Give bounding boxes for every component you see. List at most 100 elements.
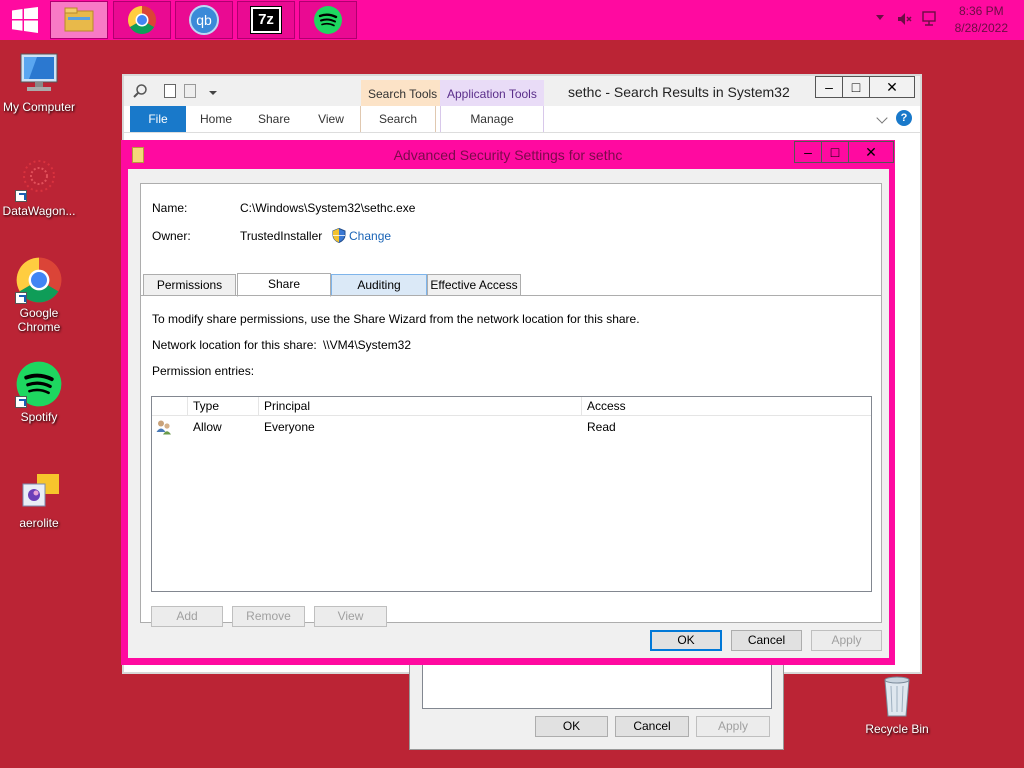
dialog-title: Advanced Security Settings for sethc	[393, 147, 623, 163]
computer-icon	[15, 50, 63, 98]
background-apply-button: Apply	[696, 716, 770, 737]
spotify-icon	[15, 360, 63, 408]
spotify-icon	[314, 6, 342, 34]
context-tab-application-tools[interactable]: Application Tools	[440, 80, 544, 106]
explorer-address-area	[124, 132, 920, 140]
taskbar-chrome[interactable]	[113, 1, 171, 39]
tray-overflow-chevron-icon[interactable]	[876, 15, 884, 20]
permission-entries-list[interactable]: Type Principal Access Allow Everyone Rea…	[151, 396, 872, 592]
background-dialog: OK Cancel Apply	[409, 664, 784, 750]
network-location-value: \\VM4\System32	[323, 338, 412, 352]
desktop-icon-label: aerolite	[19, 516, 59, 530]
windows-logo-icon	[12, 7, 38, 33]
qbittorrent-icon: qb	[189, 5, 219, 35]
name-label: Name:	[152, 201, 188, 215]
qat-new-folder-icon[interactable]	[184, 84, 196, 98]
volume-muted-icon[interactable]	[897, 11, 913, 27]
search-icon	[133, 84, 147, 98]
explorer-window-title: sethc - Search Results in System32	[568, 84, 790, 100]
desktop-icon-label: DataWagon...	[2, 204, 76, 218]
desktop-icon-google-chrome[interactable]: Google Chrome	[0, 256, 79, 334]
aerolite-icon	[15, 466, 63, 514]
desktop-icon-label: My Computer	[2, 100, 76, 114]
system-clock[interactable]: 8:36 PM 8/28/2022	[955, 3, 1008, 37]
tab-divider	[141, 295, 881, 296]
taskbar-spotify[interactable]	[299, 1, 357, 39]
cancel-button[interactable]: Cancel	[731, 630, 802, 651]
clock-date: 8/28/2022	[954, 21, 1008, 35]
clock-time: 8:36 PM	[958, 4, 1004, 18]
advanced-security-dialog: Advanced Security Settings for sethc – □…	[121, 140, 895, 665]
maximize-icon[interactable]: □	[842, 76, 870, 98]
ok-button[interactable]: OK	[650, 630, 722, 651]
context-tab-search-tools[interactable]: Search Tools	[361, 80, 445, 106]
share-info-text: To modify share permissions, use the Sha…	[152, 312, 640, 326]
dialog-body: Name: C:\Windows\System32\sethc.exe Owne…	[128, 169, 889, 658]
table-row[interactable]: Allow Everyone Read	[152, 397, 871, 437]
add-button: Add	[151, 606, 223, 627]
taskbar: qb 7z 8:36 PM 8/28/2022	[0, 0, 1024, 40]
desktop-icon-recycle-bin[interactable]: Recycle Bin	[857, 672, 937, 736]
name-value: C:\Windows\System32\sethc.exe	[240, 201, 416, 215]
taskbar-7zip[interactable]: 7z	[237, 1, 295, 39]
folder-icon	[64, 7, 94, 32]
start-button[interactable]	[0, 0, 50, 40]
shortcut-arrow-icon	[15, 396, 27, 408]
network-location-label: Network location for this share:	[152, 338, 317, 352]
tab-permissions[interactable]: Permissions	[143, 274, 236, 296]
ribbon-tab-home[interactable]: Home	[190, 106, 242, 132]
taskbar-file-explorer[interactable]	[50, 1, 108, 39]
desktop-icon-aerolite[interactable]: aerolite	[0, 466, 79, 530]
taskbar-qbittorrent[interactable]: qb	[175, 1, 233, 39]
tab-effective-access[interactable]: Effective Access	[427, 274, 521, 296]
ribbon-tab-file[interactable]: File	[130, 106, 186, 132]
explorer-window-controls: – □ ✕	[815, 76, 915, 98]
apply-button: Apply	[811, 630, 882, 651]
minimize-icon[interactable]: –	[815, 76, 843, 98]
background-dialog-list	[422, 665, 772, 709]
view-button: View	[314, 606, 387, 627]
minimize-icon[interactable]: –	[794, 141, 822, 163]
settings-panel: Name: C:\Windows\System32\sethc.exe Owne…	[140, 183, 882, 627]
owner-label: Owner:	[152, 229, 191, 243]
close-icon[interactable]: ✕	[869, 76, 915, 98]
qat-dropdown-icon[interactable]	[209, 91, 217, 95]
ribbon-tab-share[interactable]: Share	[248, 106, 300, 132]
chrome-icon	[15, 256, 63, 304]
change-owner-link[interactable]: Change	[349, 229, 391, 243]
desktop-icon-label: Recycle Bin	[865, 722, 929, 736]
recycle-bin-icon	[873, 672, 921, 720]
background-ok-button[interactable]: OK	[535, 716, 608, 737]
datawagon-icon	[15, 154, 63, 202]
shortcut-arrow-icon	[15, 292, 27, 304]
uac-shield-icon	[332, 228, 346, 243]
ribbon-tab-manage[interactable]: Manage	[440, 106, 544, 132]
help-icon[interactable]: ?	[896, 110, 912, 126]
dialog-title-bar: Advanced Security Settings for sethc – □…	[121, 140, 895, 168]
tab-auditing[interactable]: Auditing	[331, 274, 427, 296]
network-icon[interactable]	[921, 10, 939, 28]
ribbon-tabs: File Home Share View Search Manage ?	[130, 106, 912, 132]
ribbon-collapse-chevron-icon[interactable]	[876, 112, 888, 124]
desktop-icon-my-computer[interactable]: My Computer	[0, 50, 79, 114]
desktop-icon-datawagon[interactable]: DataWagon...	[0, 154, 79, 218]
row-access: Read	[587, 420, 616, 434]
ribbon-tab-view[interactable]: View	[306, 106, 356, 132]
background-cancel-button[interactable]: Cancel	[615, 716, 689, 737]
close-icon[interactable]: ✕	[848, 141, 894, 163]
7zip-icon: 7z	[250, 6, 282, 34]
qat-properties-icon[interactable]	[164, 84, 176, 98]
remove-button: Remove	[232, 606, 305, 627]
maximize-icon[interactable]: □	[821, 141, 849, 163]
desktop-icon-label: Spotify	[20, 410, 58, 424]
ribbon-tab-search[interactable]: Search	[360, 106, 436, 132]
permission-entries-label: Permission entries:	[152, 364, 255, 378]
users-group-icon	[156, 420, 171, 435]
tab-share[interactable]: Share	[237, 273, 331, 297]
owner-value: TrustedInstaller	[240, 229, 323, 243]
desktop-icon-spotify[interactable]: Spotify	[0, 360, 79, 424]
explorer-title-bar: Search Tools Application Tools sethc - S…	[124, 76, 920, 106]
row-type: Allow	[193, 420, 222, 434]
dialog-window-controls: – □ ✕	[794, 141, 894, 163]
shortcut-arrow-icon	[15, 190, 27, 202]
